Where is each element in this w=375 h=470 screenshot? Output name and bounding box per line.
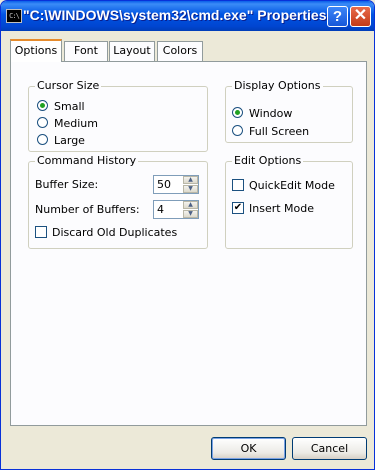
title-bar[interactable]: C:\ "C:\WINDOWS\system32\cmd.exe" Proper… [1, 1, 374, 31]
cursor-size-group: Cursor Size Small Medium Large [28, 79, 208, 152]
options-panel: Cursor Size Small Medium Large Display O… [10, 61, 367, 426]
cursor-medium-label: Medium [54, 117, 98, 130]
tab-layout[interactable]: Layout [109, 41, 155, 61]
quickedit-label: QuickEdit Mode [249, 179, 335, 192]
cancel-button[interactable]: Cancel [292, 437, 367, 460]
tab-colors[interactable]: Colors [157, 41, 203, 61]
tab-font[interactable]: Font [64, 41, 108, 61]
spin-up-icon[interactable]: ▲ [183, 176, 198, 184]
buffer-size-label: Buffer Size: [35, 178, 99, 191]
ok-button[interactable]: OK [211, 437, 286, 460]
buffer-size-value[interactable]: 50 [157, 178, 171, 191]
number-of-buffers-spinner[interactable]: 4 ▲ ▼ [153, 200, 199, 219]
cursor-small-label: Small [54, 100, 85, 113]
display-window-label: Window [249, 107, 293, 120]
display-options-group: Display Options Window Full Screen [225, 79, 353, 143]
radio-icon[interactable] [37, 134, 48, 145]
number-of-buffers-label: Number of Buffers: [35, 203, 140, 216]
discard-duplicates-label: Discard Old Duplicates [52, 226, 178, 239]
radio-icon[interactable] [37, 117, 48, 128]
checkbox-checked-icon[interactable]: ✔ [232, 202, 244, 214]
edit-options-legend: Edit Options [232, 154, 304, 167]
display-options-legend: Display Options [232, 79, 323, 92]
close-button[interactable]: ✕ [350, 6, 371, 27]
number-of-buffers-value[interactable]: 4 [157, 203, 164, 216]
checkbox-icon[interactable] [232, 179, 244, 191]
spin-down-icon[interactable]: ▼ [183, 210, 198, 218]
buffer-size-spinner[interactable]: 50 ▲ ▼ [153, 175, 199, 194]
insert-mode-label: Insert Mode [249, 202, 315, 215]
console-icon: C:\ [6, 9, 22, 23]
display-fullscreen-label: Full Screen [249, 125, 310, 138]
checkbox-icon[interactable] [35, 226, 47, 238]
edit-options-group: Edit Options QuickEdit Mode ✔ Insert Mod… [225, 154, 353, 249]
radio-selected-icon[interactable] [37, 100, 48, 111]
spin-down-icon[interactable]: ▼ [183, 185, 198, 193]
window-title: "C:\WINDOWS\system32\cmd.exe" Properties [23, 7, 327, 23]
command-history-group: Command History Buffer Size: 50 ▲ ▼ Numb… [28, 154, 208, 249]
help-button[interactable]: ? [327, 6, 348, 27]
tab-options[interactable]: Options [10, 39, 62, 62]
properties-window: C:\ "C:\WINDOWS\system32\cmd.exe" Proper… [0, 0, 375, 470]
radio-icon[interactable] [232, 125, 243, 136]
radio-selected-icon[interactable] [232, 107, 243, 118]
command-history-legend: Command History [35, 154, 139, 167]
spin-up-icon[interactable]: ▲ [183, 201, 198, 209]
cursor-size-legend: Cursor Size [35, 79, 102, 92]
cursor-large-label: Large [54, 134, 85, 147]
